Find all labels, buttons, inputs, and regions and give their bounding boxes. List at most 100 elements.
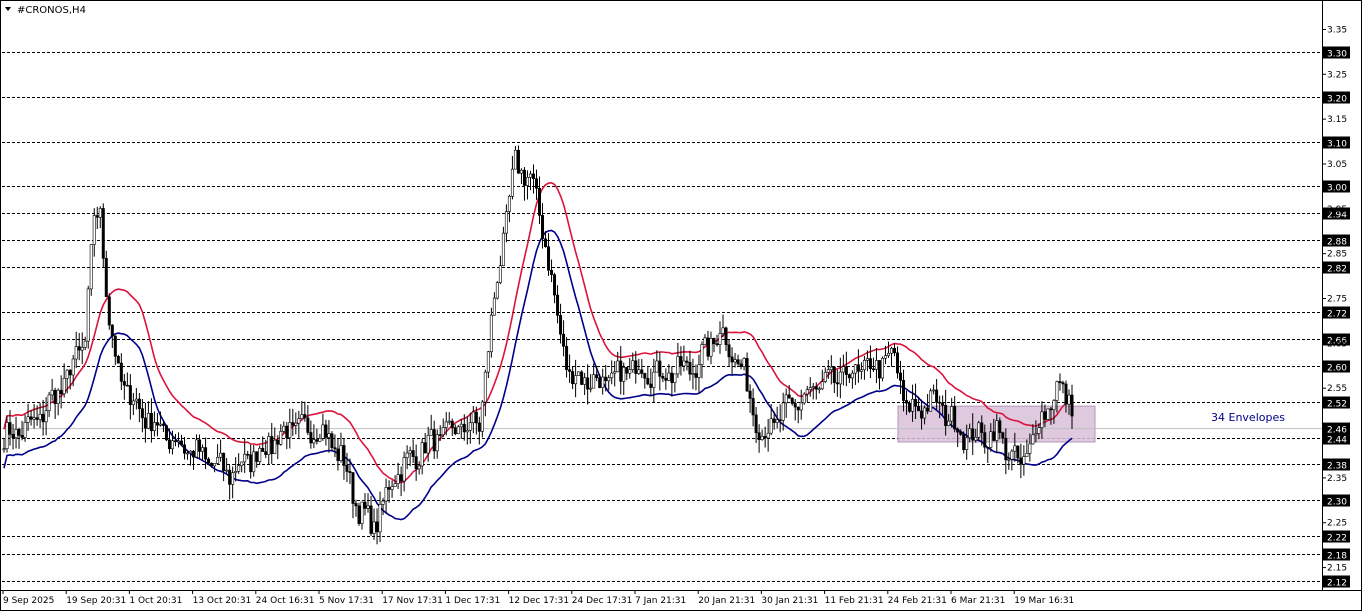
candle-body	[983, 432, 987, 448]
candle-body	[965, 437, 969, 451]
candle-body	[574, 375, 578, 385]
candle-body	[932, 389, 936, 392]
candle-body	[754, 414, 758, 434]
candle-body	[637, 369, 641, 374]
candle-body	[303, 414, 307, 419]
candle-body	[155, 422, 159, 426]
candle-body	[288, 422, 292, 439]
candle-body	[920, 410, 924, 419]
candle-body	[739, 363, 743, 367]
candle-body	[170, 440, 174, 450]
candle-body	[348, 471, 352, 473]
candle-body	[204, 447, 208, 460]
price-chart[interactable]: 3.30 3.20 3.10 3.00 2.94 2.88 2.82 2.72 2.66 2.60…	[0, 0, 1362, 611]
candle-body	[5, 422, 9, 450]
level-price-label: 2.72	[1327, 310, 1347, 320]
price-tick-label: 2.95	[1327, 205, 1347, 215]
candle-body	[83, 340, 87, 348]
candle-body	[793, 403, 797, 408]
candle-body	[748, 390, 752, 399]
candle-body	[176, 440, 180, 443]
time-tick-label: 9 Sep 2025	[3, 596, 54, 606]
candle-body	[968, 428, 972, 439]
candle-body	[652, 371, 656, 388]
candle-body	[116, 355, 120, 364]
candle-body	[240, 461, 244, 467]
candle-body	[841, 366, 845, 373]
candle-body	[820, 381, 824, 390]
candle-body	[146, 413, 150, 429]
candle-body	[92, 215, 96, 245]
candle-body	[480, 401, 484, 432]
candle-body	[874, 360, 878, 370]
candle-body	[29, 416, 33, 420]
candle-body	[1022, 456, 1026, 465]
price-tick-label: 2.15	[1327, 564, 1347, 574]
candle-body	[980, 422, 984, 433]
candle-body	[802, 393, 806, 404]
candle-body	[1046, 408, 1050, 420]
candle-body	[799, 402, 803, 411]
candle-body	[835, 382, 839, 385]
candle-body	[402, 457, 406, 482]
candle-body	[613, 371, 617, 374]
candle-body	[333, 447, 337, 450]
candle-body	[646, 377, 650, 385]
candle-body	[11, 434, 15, 438]
candle-body	[345, 465, 349, 472]
candle-body	[1055, 381, 1059, 401]
candle-body	[519, 169, 523, 174]
candle-body	[598, 377, 602, 388]
candle-body	[164, 425, 168, 441]
time-tick-label: 5 Nov 17:31	[319, 596, 374, 606]
candle-body	[580, 371, 584, 385]
candle-body	[556, 294, 560, 316]
candle-body	[769, 418, 773, 434]
candle-body	[853, 364, 857, 374]
candle-body	[432, 429, 436, 452]
candle-body	[149, 413, 153, 432]
candle-body	[850, 372, 854, 379]
chart-svg[interactable]: 3.303.203.103.002.942.882.822.722.662.60…	[0, 0, 1362, 611]
candle-body	[706, 337, 710, 357]
candle-body	[444, 421, 448, 428]
candle-body	[607, 377, 611, 382]
candle-body	[862, 359, 866, 371]
candle-body	[682, 360, 686, 367]
candle-body	[715, 343, 719, 346]
candle-body	[733, 359, 737, 363]
candle-body	[1031, 434, 1035, 445]
candle-body	[893, 347, 897, 354]
candle-body	[959, 431, 963, 435]
candle-body	[390, 486, 394, 490]
candle-body	[231, 472, 235, 485]
candle-body	[1037, 427, 1041, 434]
level-price-label: 2.52	[1327, 400, 1347, 410]
candle-body	[525, 176, 529, 186]
candle-body	[592, 374, 596, 389]
candle-body	[354, 503, 358, 507]
candle-body	[516, 149, 520, 174]
candle-body	[814, 386, 818, 390]
candle-body	[971, 428, 975, 441]
candle-body	[495, 282, 499, 299]
price-tick-label: 3.25	[1327, 70, 1347, 80]
candle-body	[264, 451, 268, 455]
candle-body	[868, 358, 872, 370]
candle-body	[908, 402, 912, 412]
candle-body	[1028, 443, 1032, 454]
candle-body	[32, 417, 36, 420]
candle-body	[384, 487, 388, 502]
candle-body	[107, 296, 111, 326]
candle-body	[670, 372, 674, 383]
candle-body	[420, 442, 424, 467]
candle-body	[610, 372, 614, 379]
time-tick-label: 19 Mar 16:31	[1014, 596, 1074, 606]
candle-body	[252, 451, 256, 473]
candle-body	[847, 374, 851, 379]
candle-body	[225, 469, 229, 472]
level-price-label: 2.38	[1327, 462, 1347, 472]
candle-body	[703, 337, 707, 345]
candle-body	[541, 215, 545, 240]
candle-body	[195, 439, 199, 458]
